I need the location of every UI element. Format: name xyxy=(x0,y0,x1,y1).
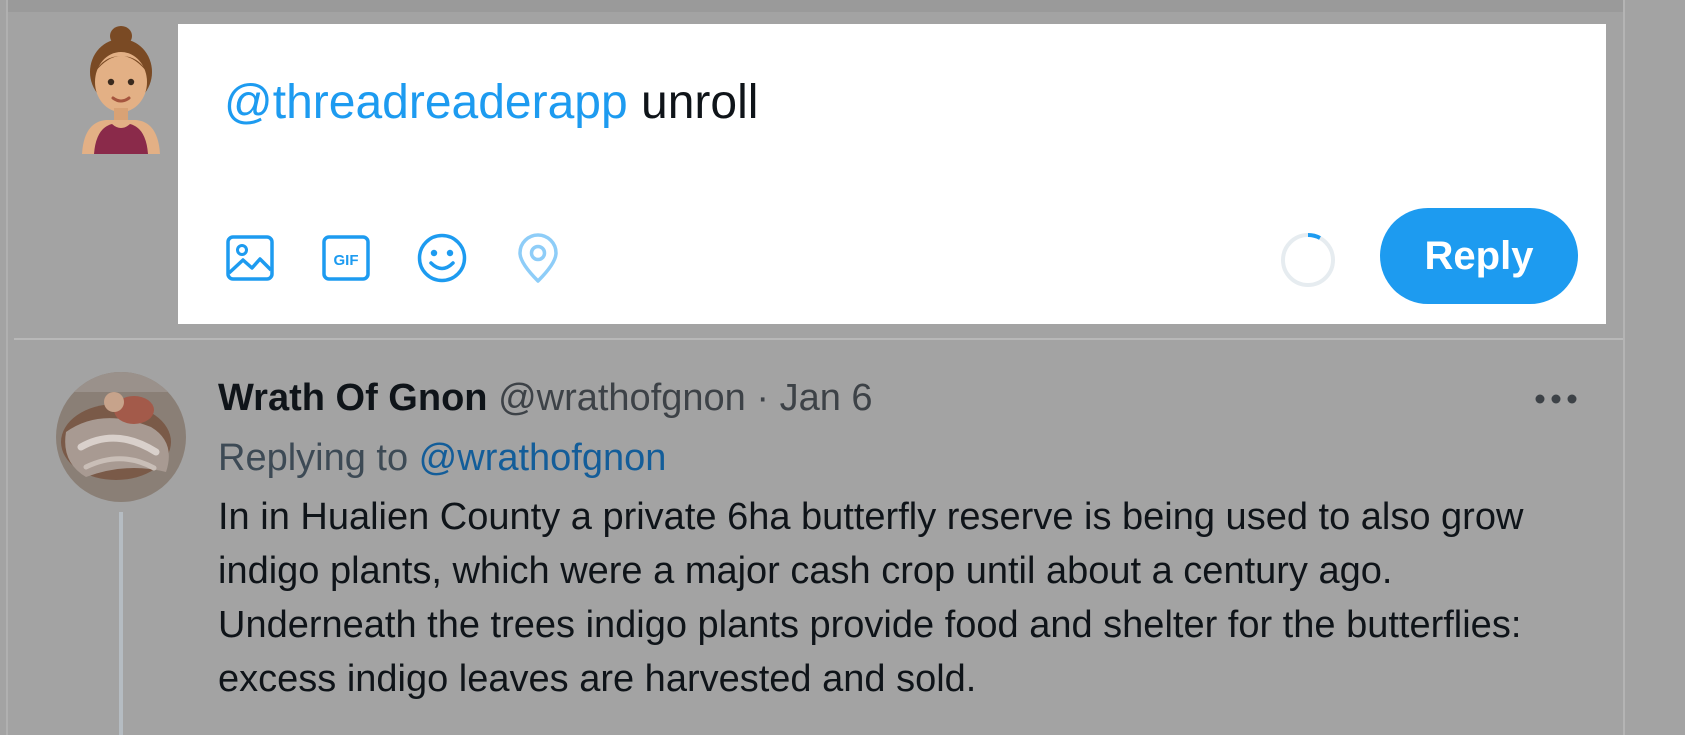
tweet-header: Wrath Of Gnon @wrathofgnon · Jan 6 xyxy=(218,374,873,422)
tweet-date[interactable]: Jan 6 xyxy=(780,377,873,419)
author-name[interactable]: Wrath Of Gnon xyxy=(218,377,488,419)
replying-prefix: Replying to xyxy=(218,437,419,479)
author-handle[interactable]: @wrathofgnon xyxy=(498,377,746,419)
replying-handle[interactable]: @wrathofgnon xyxy=(419,437,667,479)
tweet-author-avatar[interactable] xyxy=(56,372,186,502)
page-background: @threadreaderapp unroll GIF Reply Wrath … xyxy=(0,0,1685,735)
progress-ring-icon xyxy=(1281,232,1335,287)
header-separator: · xyxy=(745,377,780,419)
more-options-button[interactable] xyxy=(1530,382,1582,416)
replying-to: Replying to @wrathofgnon xyxy=(218,434,666,482)
gif-label: GIF xyxy=(334,252,359,269)
top-band xyxy=(8,0,1623,12)
painting-avatar-icon xyxy=(56,372,186,502)
woman-avatar-icon xyxy=(82,26,160,154)
add-image-button[interactable] xyxy=(222,230,278,286)
compose-mention[interactable]: @threadreaderapp xyxy=(224,76,628,129)
add-location-button[interactable] xyxy=(510,230,566,286)
tweet-text: In in Hualien County a private 6ha butte… xyxy=(218,496,1524,700)
right-edge xyxy=(1623,0,1685,735)
emoji-icon xyxy=(417,233,467,283)
thread-line xyxy=(119,512,123,735)
character-count-ring xyxy=(1278,230,1338,290)
compose-typed-text: unroll xyxy=(627,76,759,129)
add-emoji-button[interactable] xyxy=(414,230,470,286)
add-gif-button[interactable]: GIF xyxy=(318,230,374,286)
reply-button[interactable]: Reply xyxy=(1380,208,1578,304)
gif-icon: GIF xyxy=(322,235,370,281)
left-edge xyxy=(0,0,8,735)
compose-input[interactable]: @threadreaderapp unroll xyxy=(224,74,758,132)
composer-avatar[interactable] xyxy=(78,22,164,154)
more-horizontal-icon xyxy=(1535,394,1577,404)
divider xyxy=(14,338,1623,340)
compose-box[interactable]: @threadreaderapp unroll GIF Reply xyxy=(178,24,1606,324)
image-icon xyxy=(226,235,274,281)
location-icon xyxy=(518,233,558,283)
